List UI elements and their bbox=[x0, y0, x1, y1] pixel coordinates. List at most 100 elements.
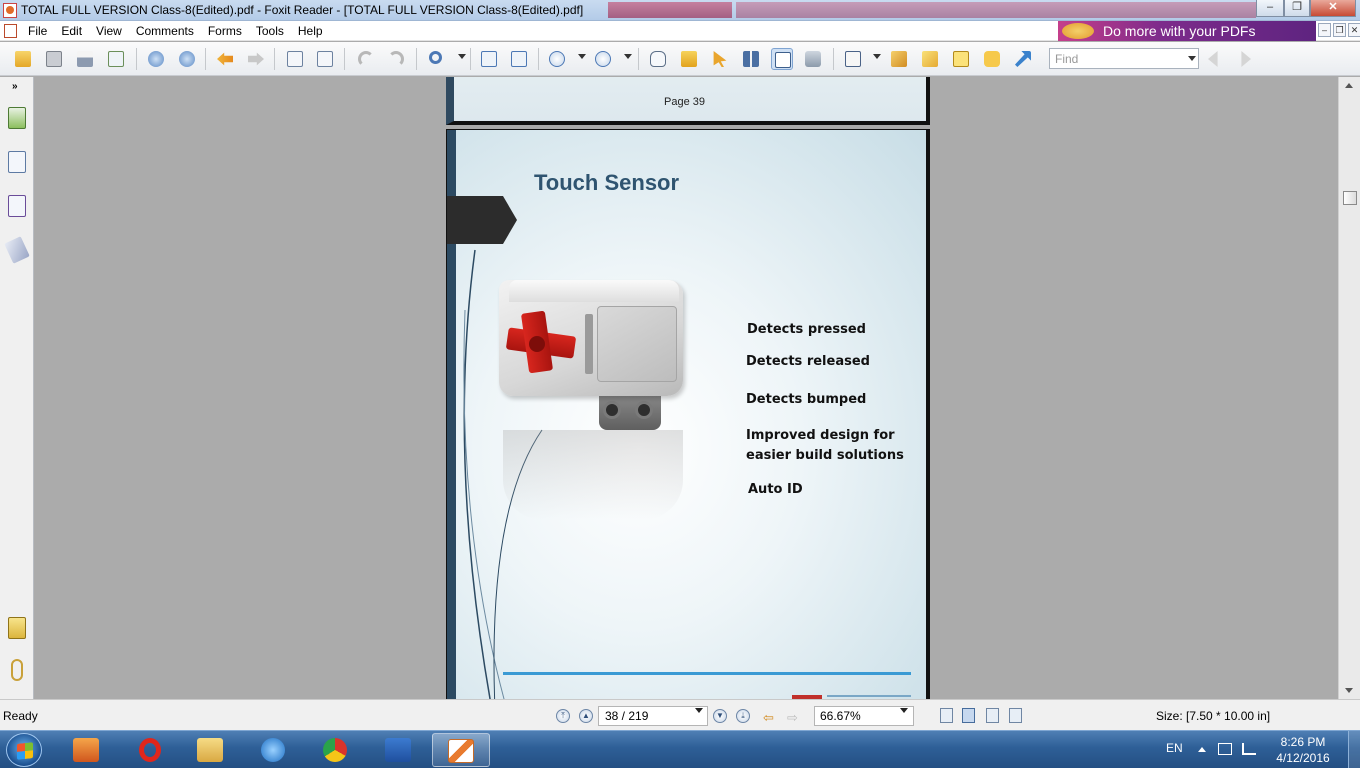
show-hidden-icons[interactable] bbox=[1198, 747, 1206, 752]
clock-date[interactable]: 4/12/2016 bbox=[1270, 751, 1336, 765]
scroll-up-arrow[interactable] bbox=[1345, 83, 1353, 88]
extract-pages-button[interactable] bbox=[284, 48, 306, 70]
menu-tools[interactable]: Tools bbox=[256, 24, 284, 38]
hand-tool-button[interactable] bbox=[647, 48, 669, 70]
zoom-in-button[interactable] bbox=[592, 48, 614, 70]
select-annotation-button[interactable] bbox=[709, 48, 731, 70]
restore-button[interactable]: ❐ bbox=[1284, 0, 1310, 17]
prev-page-status-button[interactable]: ▲ bbox=[579, 709, 593, 723]
pages-panel-icon[interactable] bbox=[8, 151, 26, 173]
doc-close-button[interactable]: ✕ bbox=[1348, 23, 1360, 37]
last-page-button[interactable]: ⤓ bbox=[736, 709, 750, 723]
menu-forms[interactable]: Forms bbox=[208, 24, 242, 38]
taskbar-media-player[interactable] bbox=[58, 733, 116, 767]
forward-view-button[interactable]: ⇨ bbox=[787, 710, 798, 726]
find-next-button[interactable] bbox=[1232, 48, 1254, 70]
eraser-button[interactable] bbox=[888, 48, 910, 70]
zoom-out-button[interactable] bbox=[546, 48, 568, 70]
menu-view[interactable]: View bbox=[96, 24, 122, 38]
find-tool-button[interactable] bbox=[740, 48, 762, 70]
pencil-tool-button[interactable] bbox=[842, 48, 864, 70]
first-page-button[interactable]: ⤒ bbox=[556, 709, 570, 723]
layers-icon[interactable] bbox=[4, 236, 30, 264]
document-icon[interactable] bbox=[4, 24, 17, 38]
taskbar-chrome[interactable] bbox=[308, 733, 366, 767]
zoom-field[interactable]: 66.67% bbox=[814, 706, 914, 726]
bookmarks-icon[interactable] bbox=[8, 107, 26, 129]
forward-button[interactable] bbox=[245, 48, 267, 70]
diagonal-arrow-icon bbox=[1015, 51, 1031, 67]
next-page-button[interactable] bbox=[176, 48, 198, 70]
close-button[interactable]: ✕ bbox=[1310, 0, 1356, 17]
attachments-paperclip-icon[interactable] bbox=[11, 659, 23, 681]
bullet-detects-pressed: Detects pressed bbox=[747, 322, 866, 337]
insert-pages-button[interactable] bbox=[314, 48, 336, 70]
open-button[interactable] bbox=[12, 48, 34, 70]
toolbar-separator bbox=[416, 48, 417, 70]
menu-help[interactable]: Help bbox=[298, 24, 323, 38]
minimize-button[interactable]: – bbox=[1256, 0, 1284, 17]
foxit-app-icon[interactable] bbox=[3, 3, 17, 18]
promo-banner[interactable]: Do more with your PDFs bbox=[1058, 21, 1316, 41]
taskbar-foxit-reader[interactable] bbox=[432, 733, 490, 767]
doc-restore-button[interactable]: ❐ bbox=[1333, 23, 1346, 37]
zoom-tool-dropdown-arrow[interactable] bbox=[458, 54, 466, 59]
continuous-facing-view-icon[interactable] bbox=[1009, 708, 1022, 723]
network-icon[interactable] bbox=[1242, 743, 1256, 755]
single-page-view-icon[interactable] bbox=[940, 708, 953, 723]
fit-page-button[interactable] bbox=[478, 48, 500, 70]
scroll-thumb[interactable] bbox=[1343, 191, 1357, 205]
find-input[interactable]: Find bbox=[1049, 48, 1199, 69]
facing-view-icon[interactable] bbox=[986, 708, 999, 723]
page-dropdown-arrow[interactable] bbox=[695, 708, 703, 713]
fit-width-button[interactable] bbox=[508, 48, 530, 70]
menu-file[interactable]: File bbox=[28, 24, 47, 38]
action-center-icon[interactable] bbox=[1218, 743, 1232, 755]
textbox-button[interactable] bbox=[950, 48, 972, 70]
find-dropdown-arrow[interactable] bbox=[1188, 56, 1196, 61]
taskbar-word[interactable] bbox=[370, 733, 428, 767]
undo-button[interactable] bbox=[355, 48, 377, 70]
taskbar-opera[interactable] bbox=[122, 733, 180, 767]
email-button[interactable] bbox=[105, 48, 127, 70]
back-view-button[interactable]: ⇦ bbox=[763, 710, 774, 726]
back-button[interactable] bbox=[214, 48, 236, 70]
taskbar-internet-explorer[interactable] bbox=[246, 733, 304, 767]
show-desktop-button[interactable] bbox=[1348, 731, 1360, 768]
next-page-status-button[interactable]: ▼ bbox=[713, 709, 727, 723]
print-button[interactable] bbox=[74, 48, 96, 70]
arrow-tool-button[interactable] bbox=[1012, 48, 1034, 70]
taskbar-explorer[interactable] bbox=[182, 733, 240, 767]
typewriter-button[interactable] bbox=[771, 48, 793, 70]
page-number-field[interactable]: 38 / 219 bbox=[598, 706, 708, 726]
save-button[interactable] bbox=[43, 48, 65, 70]
sensor-connector bbox=[599, 392, 661, 430]
note-button[interactable] bbox=[919, 48, 941, 70]
previous-page-button[interactable] bbox=[145, 48, 167, 70]
callout-button[interactable] bbox=[981, 48, 1003, 70]
select-text-button[interactable] bbox=[678, 48, 700, 70]
language-indicator[interactable]: EN bbox=[1166, 741, 1183, 755]
zoom-dropdown-arrow[interactable] bbox=[900, 708, 908, 713]
snapshot-button[interactable] bbox=[802, 48, 824, 70]
zoom-out-dropdown-arrow[interactable] bbox=[578, 54, 586, 59]
signatures-icon[interactable] bbox=[8, 195, 26, 217]
pencil-dropdown-arrow[interactable] bbox=[873, 54, 881, 59]
find-previous-button[interactable] bbox=[1205, 48, 1227, 70]
minus-circle-icon bbox=[549, 51, 565, 67]
start-button[interactable] bbox=[6, 733, 42, 767]
vertical-scrollbar[interactable] bbox=[1338, 77, 1360, 699]
redo-button[interactable] bbox=[385, 48, 407, 70]
zoom-in-tool-button[interactable] bbox=[426, 48, 448, 70]
continuous-view-icon[interactable] bbox=[962, 708, 975, 723]
menu-comments[interactable]: Comments bbox=[136, 24, 194, 38]
expand-panel-icon[interactable]: » bbox=[12, 81, 18, 92]
zoom-in-dropdown-arrow[interactable] bbox=[624, 54, 632, 59]
doc-minimize-button[interactable]: – bbox=[1318, 23, 1331, 37]
comments-panel-icon[interactable] bbox=[8, 617, 26, 639]
scroll-down-arrow[interactable] bbox=[1345, 688, 1353, 693]
clock-time[interactable]: 8:26 PM bbox=[1272, 735, 1334, 749]
menu-edit[interactable]: Edit bbox=[61, 24, 82, 38]
document-view[interactable]: education Page 39 Touch Sensor bbox=[35, 77, 1338, 699]
plus-circle-icon bbox=[595, 51, 611, 67]
